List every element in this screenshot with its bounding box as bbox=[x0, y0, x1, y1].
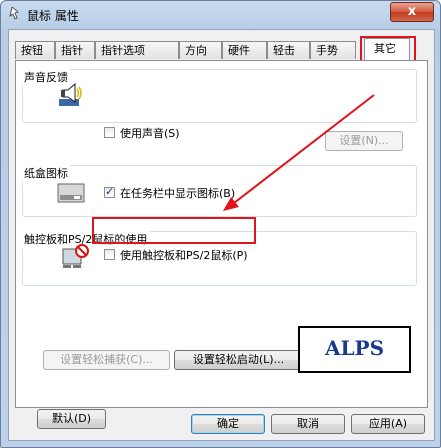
tab-label: 按钮 bbox=[21, 44, 43, 57]
tab-label: 手势 bbox=[316, 44, 338, 57]
apply-button[interactable]: 应用(A) bbox=[351, 414, 425, 434]
tab-label: 指针 bbox=[61, 44, 83, 57]
easy-capture-button[interactable]: 设置轻松捕获(C)... bbox=[43, 350, 170, 370]
alps-logo-text: ALPS bbox=[324, 336, 385, 360]
tab-hardware[interactable]: 硬件 bbox=[222, 41, 267, 59]
tray-group-title: 纸盒图标 bbox=[22, 165, 70, 181]
ok-button[interactable]: 确定 bbox=[191, 414, 265, 434]
checkbox-highlight-box bbox=[92, 217, 256, 244]
tab-label: 其它 bbox=[374, 42, 396, 55]
touchpad-disabled-icon bbox=[62, 244, 89, 268]
speaker-icon bbox=[59, 82, 82, 106]
tab-buttons[interactable]: 按钮 bbox=[15, 41, 55, 59]
title-bar[interactable]: 鼠标 属性 x bbox=[1, 1, 440, 27]
mouse-properties-window: 鼠标 属性 x 按钮 指针 指针选项 方向 硬件 轻击 手势 其它 声音反馈 使… bbox=[0, 0, 441, 448]
sound-settings-button[interactable]: 设置(N)... bbox=[325, 131, 403, 151]
use-touchpad-ps2-checkbox[interactable] bbox=[104, 249, 115, 260]
close-button[interactable]: x bbox=[390, 2, 434, 22]
show-tray-icon-label: 在任务栏中显示图标(B) bbox=[120, 187, 236, 200]
use-sound-checkbox[interactable] bbox=[104, 127, 115, 138]
tab-direction[interactable]: 方向 bbox=[179, 41, 222, 59]
tab-gestures[interactable]: 手势 bbox=[310, 41, 356, 59]
dialog-client-area: 按钮 指针 指针选项 方向 硬件 轻击 手势 其它 声音反馈 使用声音(S) 设… bbox=[8, 29, 435, 441]
use-sound-label: 使用声音(S) bbox=[120, 127, 180, 140]
tab-label: 指针选项 bbox=[101, 44, 145, 57]
use-touchpad-ps2-label: 使用触控板和PS/2鼠标(P) bbox=[120, 249, 248, 262]
alps-logo: ALPS bbox=[298, 326, 411, 373]
tab-pointer-options[interactable]: 指针选项 bbox=[95, 41, 179, 59]
close-icon: x bbox=[407, 4, 417, 19]
tab-tap[interactable]: 轻击 bbox=[267, 41, 310, 59]
show-tray-icon-checkbox[interactable] bbox=[104, 185, 115, 198]
tab-pointers[interactable]: 指针 bbox=[55, 41, 95, 59]
defaults-button[interactable]: 默认(D) bbox=[37, 409, 106, 429]
easy-launch-button[interactable]: 设置轻松启动(L)... bbox=[174, 350, 303, 370]
cancel-button[interactable]: 取消 bbox=[271, 414, 345, 434]
tab-label: 硬件 bbox=[228, 44, 250, 57]
window-title: 鼠标 属性 bbox=[27, 9, 79, 23]
taskbar-icon bbox=[57, 183, 85, 203]
tab-other[interactable]: 其它 bbox=[364, 38, 410, 60]
tab-label: 轻击 bbox=[273, 44, 295, 57]
mouse-app-icon bbox=[9, 7, 19, 20]
tab-label: 方向 bbox=[185, 44, 207, 57]
